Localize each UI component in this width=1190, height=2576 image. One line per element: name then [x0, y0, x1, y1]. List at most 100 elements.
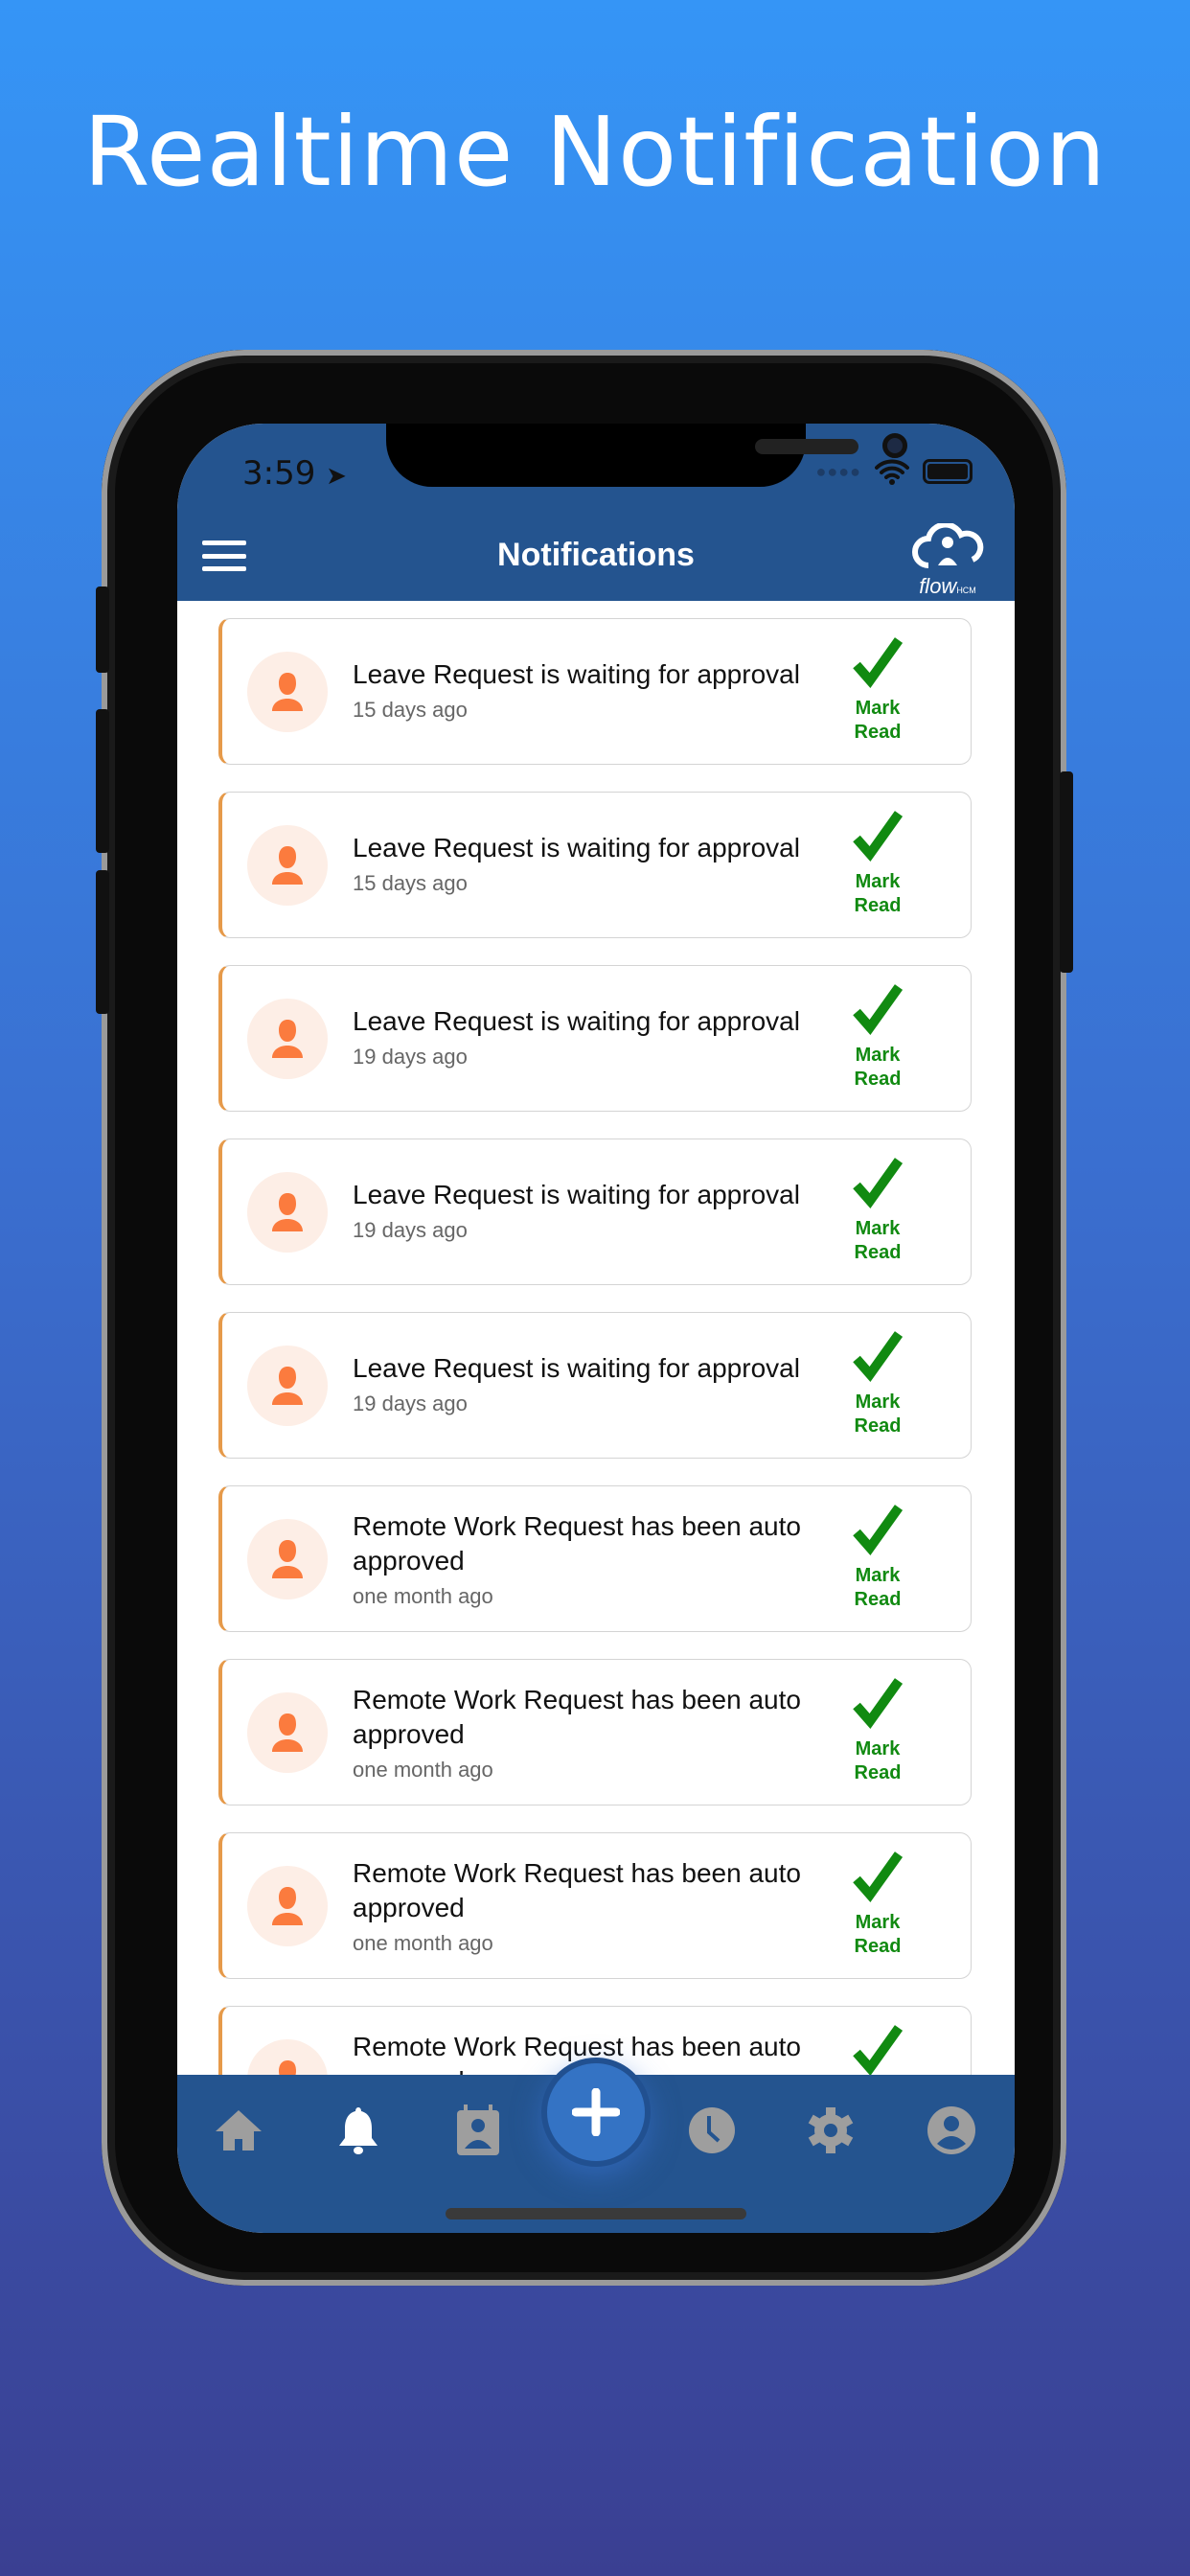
- mark-read-button[interactable]: Mark Read: [844, 636, 911, 745]
- notification-time: 19 days ago: [353, 1045, 468, 1069]
- headline: Realtime Notification: [82, 96, 1108, 208]
- home-icon: [216, 2110, 262, 2150]
- plus-icon: [572, 2088, 620, 2136]
- flow-hcm-logo: flowHCM: [911, 521, 984, 597]
- signal-icon: ●●●●: [815, 461, 861, 481]
- message-text: Leave Request is waiting for approval: [353, 1006, 800, 1036]
- check-icon: [853, 1331, 904, 1383]
- speaker: [755, 439, 858, 454]
- message-text: Remote Work Request has been auto approv…: [353, 1685, 801, 1749]
- page-title: Notifications: [497, 537, 695, 573]
- mark-read-label: Mark Read: [854, 1218, 902, 1263]
- notification-card[interactable]: Leave Request is waiting for approval 15 …: [218, 618, 972, 765]
- mark-read-label: Mark Read: [854, 1392, 902, 1437]
- notification-message: Leave Request is waiting for approval 19 …: [353, 1004, 832, 1071]
- notification-time: 15 days ago: [353, 871, 468, 895]
- user-icon: [272, 673, 303, 711]
- check-icon: [853, 1505, 904, 1556]
- avatar: [247, 1692, 328, 1773]
- notification-message: Leave Request is waiting for approval 15 …: [353, 831, 832, 898]
- user-icon: [272, 846, 303, 885]
- notification-message: Remote Work Request has been auto approv…: [353, 1683, 832, 1784]
- user-icon: [272, 1020, 303, 1058]
- home-indicator[interactable]: [446, 2208, 746, 2220]
- check-icon: [853, 637, 904, 689]
- notification-message: Leave Request is waiting for approval 19 …: [353, 1351, 832, 1418]
- mark-read-label: Mark Read: [854, 1565, 902, 1610]
- mark-read-button[interactable]: Mark Read: [844, 1157, 911, 1265]
- app-header: 3:59 ➤ ●●●● Notifications flowHCM: [177, 424, 1015, 601]
- notification-card[interactable]: Leave Request is waiting for approval 19 …: [218, 1138, 972, 1285]
- wifi-icon: [875, 459, 909, 485]
- mark-read-button[interactable]: Mark Read: [844, 1504, 911, 1612]
- message-text: Remote Work Request has been auto approv…: [353, 1858, 801, 1922]
- mark-read-button[interactable]: Mark Read: [844, 1851, 911, 1959]
- status-icons: ●●●●: [816, 458, 973, 485]
- notification-card[interactable]: Leave Request is waiting for approval 19 …: [218, 1312, 972, 1459]
- notification-time: 19 days ago: [353, 1392, 468, 1415]
- avatar: [247, 1866, 328, 1946]
- notification-card[interactable]: Remote Work Request has been auto approv…: [218, 1485, 972, 1632]
- status-time: 3:59 ➤: [242, 454, 347, 493]
- avatar: [247, 1519, 328, 1599]
- notification-card[interactable]: Remote Work Request has been auto approv…: [218, 1832, 972, 1979]
- user-icon: [272, 1540, 303, 1578]
- nav-timesheet[interactable]: [685, 2104, 739, 2157]
- user-icon: [272, 1887, 303, 1925]
- message-text: Leave Request is waiting for approval: [353, 1353, 800, 1383]
- app-screen: 3:59 ➤ ●●●● Notifications flowHCM Leave …: [177, 424, 1015, 2233]
- bell-icon: [339, 2107, 378, 2154]
- volume-down-button: [96, 870, 109, 1014]
- nav-settings[interactable]: [804, 2104, 858, 2157]
- power-button: [1060, 771, 1073, 973]
- add-button[interactable]: [541, 2058, 651, 2167]
- notification-time: one month ago: [353, 1758, 493, 1782]
- mark-read-button[interactable]: Mark Read: [844, 2024, 911, 2077]
- mark-read-button[interactable]: Mark Read: [844, 1330, 911, 1438]
- nav-home[interactable]: [212, 2104, 265, 2157]
- notch: [386, 424, 907, 487]
- notification-time: 19 days ago: [353, 1218, 468, 1242]
- clock-icon: [689, 2107, 735, 2153]
- mark-read-button[interactable]: Mark Read: [844, 810, 911, 918]
- time-text: 3:59: [242, 454, 316, 493]
- account-icon: [927, 2106, 975, 2154]
- message-text: Leave Request is waiting for approval: [353, 659, 800, 689]
- battery-icon: [923, 459, 973, 484]
- mark-read-button[interactable]: Mark Read: [844, 1677, 911, 1785]
- camera: [882, 433, 907, 458]
- check-icon: [853, 811, 904, 862]
- mark-read-label: Mark Read: [854, 871, 902, 916]
- notification-card[interactable]: Leave Request is waiting for approval 19 …: [218, 965, 972, 1112]
- mark-read-label: Mark Read: [854, 1738, 902, 1783]
- gear-icon: [808, 2107, 854, 2153]
- message-text: Leave Request is waiting for approval: [353, 1180, 800, 1209]
- notification-message: Remote Work Request has been auto approv…: [353, 1856, 832, 1958]
- notification-time: 15 days ago: [353, 698, 468, 722]
- notification-message: Remote Work Request has been auto approv…: [353, 1509, 832, 1611]
- volume-up-button: [96, 709, 109, 853]
- location-icon: ➤: [326, 462, 347, 491]
- notification-card[interactable]: Leave Request is waiting for approval 15 …: [218, 792, 972, 938]
- notification-message: Leave Request is waiting for approval 15 …: [353, 657, 832, 724]
- message-text: Leave Request is waiting for approval: [353, 833, 800, 862]
- message-text: Remote Work Request has been auto approv…: [353, 1511, 801, 1576]
- notification-message: Leave Request is waiting for approval 19 …: [353, 1178, 832, 1245]
- avatar: [247, 1172, 328, 1253]
- user-icon: [272, 1367, 303, 1405]
- nav-contacts[interactable]: [451, 2104, 505, 2157]
- check-icon: [853, 1852, 904, 1903]
- mark-read-button[interactable]: Mark Read: [844, 983, 911, 1092]
- mark-read-label: Mark Read: [854, 698, 902, 743]
- check-icon: [853, 984, 904, 1036]
- avatar: [247, 652, 328, 732]
- notification-card[interactable]: Remote Work Request has been auto approv…: [218, 1659, 972, 1806]
- check-icon: [853, 1678, 904, 1730]
- notification-list[interactable]: Leave Request is waiting for approval 15 …: [177, 601, 1015, 2077]
- avatar: [247, 2039, 328, 2077]
- check-icon: [853, 2025, 904, 2077]
- nav-profile[interactable]: [925, 2104, 978, 2157]
- mark-read-label: Mark Read: [854, 1912, 902, 1957]
- mark-read-label: Mark Read: [854, 1045, 902, 1090]
- nav-notifications[interactable]: [332, 2104, 385, 2157]
